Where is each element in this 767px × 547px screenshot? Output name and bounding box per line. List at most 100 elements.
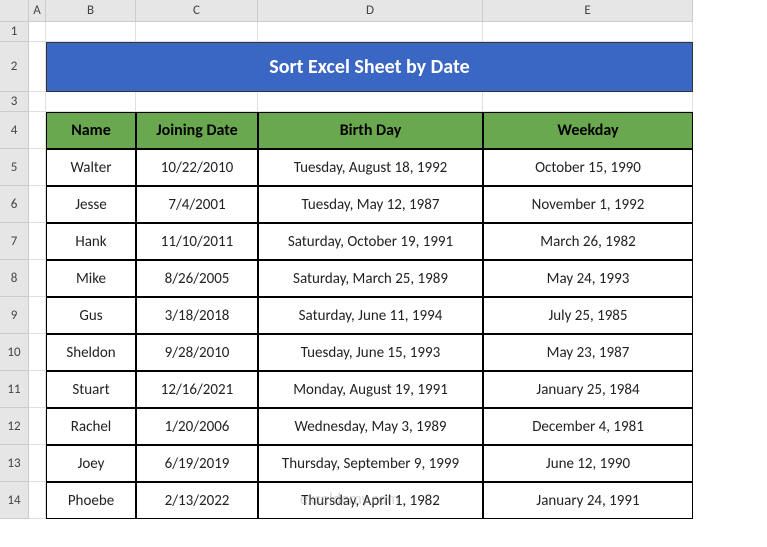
cell-weekday[interactable]: January 24, 1991 — [483, 482, 693, 519]
row-header-7[interactable]: 7 — [0, 223, 29, 260]
cell-joining[interactable]: 1/20/2006 — [136, 408, 258, 445]
col-header-E[interactable]: E — [483, 0, 693, 22]
cell-birth[interactable]: Saturday, March 25, 1989 — [258, 260, 483, 297]
cell-name[interactable]: Jesse — [46, 186, 136, 223]
cell-C1[interactable] — [136, 22, 258, 42]
cell-joining[interactable]: 9/28/2010 — [136, 334, 258, 371]
cell-weekday[interactable]: October 15, 1990 — [483, 149, 693, 186]
cell-A1[interactable] — [29, 22, 46, 42]
row-10: 10 Sheldon 9/28/2010 Tuesday, June 15, 1… — [0, 334, 693, 371]
cell-D1[interactable] — [258, 22, 483, 42]
header-birth[interactable]: Birth Day — [258, 112, 483, 149]
cell-name[interactable]: Rachel — [46, 408, 136, 445]
row-header-3[interactable]: 3 — [0, 92, 29, 112]
row-header-4[interactable]: 4 — [0, 112, 29, 149]
cell-B1[interactable] — [46, 22, 136, 42]
cell-D3[interactable] — [258, 92, 483, 112]
cell-A9[interactable] — [29, 297, 46, 334]
row-header-8[interactable]: 8 — [0, 260, 29, 297]
cell-joining[interactable]: 10/22/2010 — [136, 149, 258, 186]
cell-A10[interactable] — [29, 334, 46, 371]
cell-birth[interactable]: Saturday, October 19, 1991 — [258, 223, 483, 260]
cell-birth[interactable]: Wednesday, May 3, 1989 — [258, 408, 483, 445]
cell-weekday[interactable]: December 4, 1981 — [483, 408, 693, 445]
row-13: 13 Joey 6/19/2019 Thursday, September 9,… — [0, 445, 693, 482]
cell-joining[interactable]: 12/16/2021 — [136, 371, 258, 408]
col-header-A[interactable]: A — [29, 0, 46, 22]
cell-name[interactable]: Gus — [46, 297, 136, 334]
row-header-13[interactable]: 13 — [0, 445, 29, 482]
cell-name[interactable]: Joey — [46, 445, 136, 482]
cell-A14[interactable] — [29, 482, 46, 519]
col-header-B[interactable]: B — [46, 0, 136, 22]
select-all-corner[interactable] — [0, 0, 29, 22]
header-name[interactable]: Name — [46, 112, 136, 149]
cell-A2[interactable] — [29, 42, 46, 92]
cell-weekday[interactable]: May 24, 1993 — [483, 260, 693, 297]
cell-weekday[interactable]: July 25, 1985 — [483, 297, 693, 334]
cell-C3[interactable] — [136, 92, 258, 112]
row-3: 3 — [0, 92, 693, 112]
cell-birth[interactable]: Tuesday, June 15, 1993 — [258, 334, 483, 371]
cell-joining[interactable]: 6/19/2019 — [136, 445, 258, 482]
row-header-10[interactable]: 10 — [0, 334, 29, 371]
cell-name[interactable]: Stuart — [46, 371, 136, 408]
row-9: 9 Gus 3/18/2018 Saturday, June 11, 1994 … — [0, 297, 693, 334]
cell-name[interactable]: Sheldon — [46, 334, 136, 371]
cell-weekday[interactable]: March 26, 1982 — [483, 223, 693, 260]
row-header-5[interactable]: 5 — [0, 149, 29, 186]
cell-B3[interactable] — [46, 92, 136, 112]
row-header-12[interactable]: 12 — [0, 408, 29, 445]
row-header-11[interactable]: 11 — [0, 371, 29, 408]
row-2: 2 Sort Excel Sheet by Date — [0, 42, 693, 92]
col-header-C[interactable]: C — [136, 0, 258, 22]
cell-weekday[interactable]: June 12, 1990 — [483, 445, 693, 482]
cell-A12[interactable] — [29, 408, 46, 445]
col-header-D[interactable]: D — [258, 0, 483, 22]
cell-name[interactable]: Hank — [46, 223, 136, 260]
row-6: 6 Jesse 7/4/2001 Tuesday, May 12, 1987 N… — [0, 186, 693, 223]
cell-joining[interactable]: 8/26/2005 — [136, 260, 258, 297]
row-11: 11 Stuart 12/16/2021 Monday, August 19, … — [0, 371, 693, 408]
cell-A13[interactable] — [29, 445, 46, 482]
cell-E3[interactable] — [483, 92, 693, 112]
cell-A5[interactable] — [29, 149, 46, 186]
cell-joining[interactable]: 7/4/2001 — [136, 186, 258, 223]
row-8: 8 Mike 8/26/2005 Saturday, March 25, 198… — [0, 260, 693, 297]
cell-name[interactable]: Phoebe — [46, 482, 136, 519]
cell-birth[interactable]: Thursday, September 9, 1999 — [258, 445, 483, 482]
cell-name[interactable]: Walter — [46, 149, 136, 186]
header-joining[interactable]: Joining Date — [136, 112, 258, 149]
cell-birth[interactable]: Thursday, April 1, 1982 — [258, 482, 483, 519]
row-header-6[interactable]: 6 — [0, 186, 29, 223]
cell-joining[interactable]: 2/13/2022 — [136, 482, 258, 519]
cell-E1[interactable] — [483, 22, 693, 42]
cell-A7[interactable] — [29, 223, 46, 260]
cell-birth[interactable]: Tuesday, August 18, 1992 — [258, 149, 483, 186]
row-header-14[interactable]: 14 — [0, 482, 29, 519]
cell-birth[interactable]: Monday, August 19, 1991 — [258, 371, 483, 408]
cell-weekday[interactable]: November 1, 1992 — [483, 186, 693, 223]
row-header-1[interactable]: 1 — [0, 22, 29, 42]
cell-A3[interactable] — [29, 92, 46, 112]
cell-birth[interactable]: Tuesday, May 12, 1987 — [258, 186, 483, 223]
cell-A8[interactable] — [29, 260, 46, 297]
spreadsheet-body: 1 2 Sort Excel Sheet by Date 3 4 Name Jo… — [0, 22, 693, 519]
column-headers: A B C D E — [0, 0, 767, 22]
cell-joining[interactable]: 11/10/2011 — [136, 223, 258, 260]
cell-A6[interactable] — [29, 186, 46, 223]
title-cell[interactable]: Sort Excel Sheet by Date — [46, 42, 693, 92]
cell-birth[interactable]: Saturday, June 11, 1994 — [258, 297, 483, 334]
header-weekday[interactable]: Weekday — [483, 112, 693, 149]
row-header-2[interactable]: 2 — [0, 42, 29, 92]
cell-joining[interactable]: 3/18/2018 — [136, 297, 258, 334]
cell-weekday[interactable]: January 25, 1984 — [483, 371, 693, 408]
row-1: 1 — [0, 22, 693, 42]
cell-A11[interactable] — [29, 371, 46, 408]
row-7: 7 Hank 11/10/2011 Saturday, October 19, … — [0, 223, 693, 260]
row-4: 4 Name Joining Date Birth Day Weekday — [0, 112, 693, 149]
cell-A4[interactable] — [29, 112, 46, 149]
row-header-9[interactable]: 9 — [0, 297, 29, 334]
cell-weekday[interactable]: May 23, 1987 — [483, 334, 693, 371]
cell-name[interactable]: Mike — [46, 260, 136, 297]
